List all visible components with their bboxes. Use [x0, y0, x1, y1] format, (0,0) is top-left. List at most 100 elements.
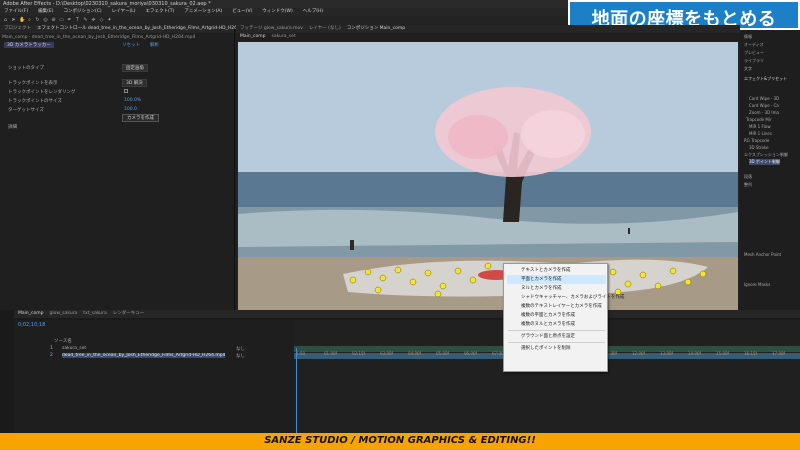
- composition-frame[interactable]: [238, 42, 738, 323]
- panel-info[interactable]: 情報: [744, 34, 752, 40]
- layer-1-parent[interactable]: なし: [236, 346, 245, 352]
- layer-2-name[interactable]: dead_tree_in_the_ocean_by_Josh_Etheridge…: [62, 353, 226, 358]
- panel-audio[interactable]: オーディオ: [744, 42, 764, 48]
- shot-type-select[interactable]: 固定画角: [122, 64, 148, 72]
- menu-create-text-and-camera[interactable]: テキストとカメラを作成: [507, 266, 606, 275]
- hand-tool-icon[interactable]: ✋: [19, 18, 25, 23]
- menu-effect[interactable]: エフェクト(T): [146, 8, 175, 16]
- tab-effect-controls[interactable]: エフェクトコントロール dead_tree_in_the_ocean_by_Jo…: [37, 25, 251, 33]
- menu-separator: [508, 330, 605, 331]
- ignore-masks-label[interactable]: Ignore Masks: [744, 282, 770, 287]
- tab-render-queue[interactable]: レンダーキュー: [113, 310, 145, 318]
- home-icon[interactable]: ⌂: [3, 18, 8, 23]
- layer-2-number: 2: [50, 353, 53, 358]
- camera-tool-icon[interactable]: ◎: [43, 18, 48, 23]
- layer-1-name[interactable]: sakura_set: [62, 346, 86, 351]
- tab-timeline-main-comp[interactable]: Main_comp: [18, 310, 43, 318]
- scene-illustration: [238, 42, 738, 323]
- viewer-breadcrumb: Main_comp sakura_set: [236, 33, 740, 41]
- effect-card-wipe-3d[interactable]: Card Wipe - 3D: [749, 96, 779, 101]
- tab-timeline-glow-sakura[interactable]: glow_sakura: [49, 310, 77, 318]
- tab-layer[interactable]: レイヤー (なし): [309, 25, 341, 33]
- menu-window[interactable]: ウィンドウ(W): [262, 8, 292, 16]
- pen-tool-icon[interactable]: ✒: [67, 18, 72, 23]
- prop-show-track-points-label: トラックポイントを表示: [8, 81, 58, 86]
- tab-composition[interactable]: コンポジション Main_comp: [347, 25, 405, 33]
- tab-footage[interactable]: フッテージ glow_sakura.mov: [240, 25, 303, 33]
- advanced-section[interactable]: 詳細: [8, 124, 17, 130]
- menu-delete-selected-points[interactable]: 選択したポイントを削除: [507, 344, 606, 353]
- panel-effects-presets[interactable]: エフェクト&プリセット: [744, 76, 787, 82]
- panel-preview[interactable]: プレビュー: [744, 50, 764, 56]
- breadcrumb-main-comp[interactable]: Main_comp: [240, 33, 265, 41]
- effect-mir-lines[interactable]: MIR 1 Lines: [749, 131, 772, 136]
- menu-create-null-and-camera[interactable]: ヌルとカメラを作成: [507, 284, 606, 293]
- menu-create-shadow-catcher[interactable]: シャドウキャッチャー、カメラおよびライトを作成: [507, 293, 624, 302]
- effect-3d-point-control[interactable]: 3D ポイント制御: [749, 159, 780, 165]
- prop-track-point-size-label: トラックポイントのサイズ: [8, 99, 62, 104]
- tick-label: 04:00f: [408, 351, 421, 356]
- panel-align[interactable]: 整列: [744, 182, 752, 188]
- tick-label: 05:00f: [436, 351, 449, 356]
- tools-toolbar: ⌂ ➤ ✋ ⌕ ↻ ◎ ⊕ ▭ ✒ T ✎ ⎈ ◇ ✦: [0, 16, 570, 25]
- target-size-value[interactable]: 100.0: [124, 107, 137, 112]
- stamp-tool-icon[interactable]: ⎈: [91, 18, 96, 23]
- composition-viewer: フッテージ glow_sakura.mov レイヤー (なし) コンポジション …: [236, 25, 740, 327]
- effect-rg-trapcode[interactable]: RG Trapcode: [744, 138, 769, 143]
- tick-label: 06:00f: [464, 351, 477, 356]
- panel-paragraph[interactable]: 段落: [744, 174, 752, 180]
- tick-label: 15:00f: [716, 351, 729, 356]
- tick-label: 17:00f: [772, 351, 785, 356]
- menu-create-solid-and-camera[interactable]: 平面とカメラを作成: [507, 275, 606, 284]
- effect-name[interactable]: 3D カメラトラッカー: [4, 42, 54, 48]
- render-track-points-checkbox[interactable]: [124, 89, 128, 93]
- menu-create-multiple-solids[interactable]: 複数の平面とカメラを作成: [507, 311, 606, 320]
- timeline-timecode[interactable]: 0;02;10;18: [18, 322, 45, 328]
- tick-label: 1:00: [296, 351, 305, 356]
- effect-zoom-3d[interactable]: Zoom - 3D Ima: [749, 110, 779, 115]
- analyze-link[interactable]: 解析: [150, 42, 159, 48]
- track-point-context-menu: テキストとカメラを作成 平面とカメラを作成 ヌルとカメラを作成 シャドウキャッチ…: [503, 263, 624, 372]
- menu-set-ground-plane[interactable]: グラウンド面と原点を設定: [507, 332, 606, 341]
- layer-1-number: 1: [50, 346, 53, 351]
- eraser-tool-icon[interactable]: ◇: [99, 18, 104, 23]
- tick-label: 13:00f: [660, 351, 673, 356]
- effect-expression-controls[interactable]: エクスプレッション制御: [744, 152, 788, 158]
- playhead[interactable]: [296, 348, 297, 433]
- effect-trapcode-mir[interactable]: Trapcode Mir: [746, 117, 772, 122]
- breadcrumb-sakura-set[interactable]: sakura_set: [271, 33, 295, 41]
- selection-tool-icon[interactable]: ➤: [11, 18, 16, 23]
- menu-create-multiple-nulls[interactable]: 複数のヌルとカメラを作成: [507, 320, 606, 329]
- effect-3d-stroke[interactable]: 3D Stroke: [749, 145, 769, 150]
- prop-target-size-label: ターゲットサイズ: [8, 108, 44, 113]
- zoom-tool-icon[interactable]: ⌕: [27, 18, 32, 23]
- menu-layer[interactable]: レイヤー(L): [112, 8, 136, 16]
- reset-link[interactable]: リセット: [122, 42, 140, 48]
- menu-edit[interactable]: 編集(E): [38, 8, 53, 16]
- effect-mir-flow[interactable]: MIR 1 Flow: [749, 124, 771, 129]
- menu-create-multiple-text[interactable]: 複数のテキストレイヤーとカメラを作成: [507, 302, 606, 311]
- rectangle-tool-icon[interactable]: ▭: [59, 18, 64, 23]
- type-tool-icon[interactable]: T: [75, 18, 80, 23]
- track-point-size-value[interactable]: 100.0%: [124, 98, 141, 103]
- menu-file[interactable]: ファイル(F): [4, 8, 28, 16]
- create-camera-button[interactable]: カメラを作成: [122, 114, 159, 122]
- puppet-tool-icon[interactable]: ✦: [107, 18, 112, 23]
- anchor-tool-icon[interactable]: ⊕: [51, 18, 56, 23]
- tab-project[interactable]: プロジェクト: [4, 25, 31, 33]
- tab-timeline-txt-sakura[interactable]: txt_sakura: [83, 310, 106, 318]
- prop-render-track-points-label: トラックポイントをレンダリング: [8, 90, 76, 95]
- rotate-tool-icon[interactable]: ↻: [35, 18, 40, 23]
- menu-view[interactable]: ビュー(V): [232, 8, 252, 16]
- effect-card-wipe-ca[interactable]: Card Wipe - Ca: [749, 103, 779, 108]
- effect-controls-panel: プロジェクト エフェクトコントロール dead_tree_in_the_ocea…: [0, 25, 251, 310]
- panel-libraries[interactable]: ライブラリ: [744, 58, 764, 64]
- menu-help[interactable]: ヘルプ(H): [303, 8, 323, 16]
- menu-animation[interactable]: アニメーション(A): [184, 8, 222, 16]
- brush-tool-icon[interactable]: ✎: [83, 18, 88, 23]
- menu-composition[interactable]: コンポジション(C): [63, 8, 101, 16]
- panel-character[interactable]: 文字: [744, 66, 752, 72]
- menu-bar: ファイル(F) 編集(E) コンポジション(C) レイヤー(L) エフェクト(T…: [0, 8, 570, 16]
- show-track-points-select[interactable]: 3D 解決: [122, 79, 147, 87]
- layer-2-parent[interactable]: なし: [236, 353, 245, 359]
